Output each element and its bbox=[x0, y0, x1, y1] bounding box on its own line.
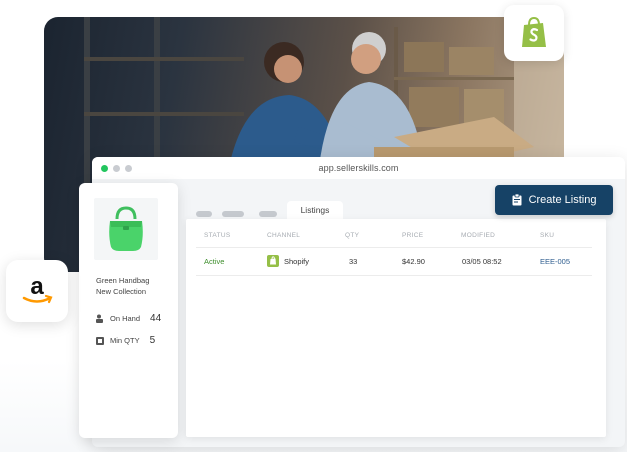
stat-min-qty: Min QTY 5 bbox=[95, 335, 155, 346]
product-name: Green Handbag New Collection bbox=[96, 275, 149, 297]
column-header-status: STATUS bbox=[204, 232, 231, 239]
row-qty: 33 bbox=[349, 257, 358, 266]
row-price: $42.90 bbox=[402, 257, 425, 266]
column-header-qty: QTY bbox=[345, 232, 360, 239]
product-name-line2: New Collection bbox=[96, 287, 147, 296]
product-card: Green Handbag New Collection On Hand 44 … bbox=[79, 183, 178, 438]
row-channel-label: Shopify bbox=[284, 256, 310, 266]
on-hand-label: On Hand bbox=[110, 314, 141, 323]
amazon-badge: a bbox=[6, 260, 68, 322]
address-bar-url[interactable]: app.sellerskills.com bbox=[92, 163, 625, 173]
column-header-price: PRICE bbox=[402, 232, 424, 239]
row-divider bbox=[196, 275, 592, 276]
clipboard-icon bbox=[512, 194, 522, 206]
handbag-icon bbox=[109, 206, 143, 251]
column-header-modified: MODIFIED bbox=[461, 232, 496, 239]
svg-text:a: a bbox=[30, 274, 44, 300]
row-sku[interactable]: EEE-005 bbox=[540, 257, 570, 266]
min-qty-value: 5 bbox=[149, 335, 156, 346]
column-header-channel: CHANNEL bbox=[267, 232, 301, 239]
row-modified: 03/05 08:52 bbox=[462, 257, 502, 266]
tab-placeholder-1[interactable] bbox=[196, 211, 212, 217]
product-name-line1: Green Handbag bbox=[96, 276, 150, 285]
product-image bbox=[94, 198, 158, 260]
min-qty-label: Min QTY bbox=[110, 336, 140, 345]
shopify-small-icon bbox=[267, 255, 279, 267]
header-divider bbox=[196, 247, 592, 248]
create-listing-label: Create Listing bbox=[528, 194, 597, 206]
tab-placeholder-3[interactable] bbox=[259, 211, 277, 217]
amazon-logo-icon: a bbox=[22, 274, 53, 304]
row-status: Active bbox=[204, 257, 225, 266]
stat-on-hand: On Hand 44 bbox=[95, 313, 161, 324]
create-listing-button[interactable]: Create Listing bbox=[495, 185, 613, 215]
row-channel: Shopify bbox=[267, 255, 309, 267]
tab-placeholder-2[interactable] bbox=[222, 211, 244, 217]
listings-table: STATUS CHANNEL QTY PRICE MODIFIED SKU Ac… bbox=[186, 219, 606, 437]
shopify-badge bbox=[504, 5, 564, 61]
browser-titlebar: app.sellerskills.com bbox=[92, 157, 625, 179]
tab-listings[interactable]: Listings bbox=[287, 201, 343, 219]
warehouse-person-icon bbox=[96, 314, 103, 323]
shopify-logo-icon bbox=[522, 16, 546, 47]
on-hand-value: 44 bbox=[150, 313, 162, 324]
column-header-sku: SKU bbox=[540, 232, 555, 239]
min-qty-icon bbox=[96, 336, 104, 345]
